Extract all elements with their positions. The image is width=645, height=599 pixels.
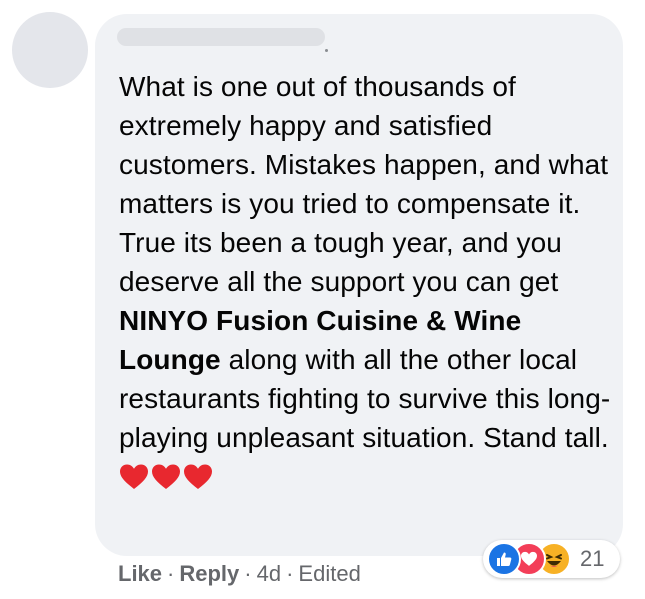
comment-text: What is one out of thousands of extremel… xyxy=(119,67,619,496)
separator: · xyxy=(167,561,175,586)
edited-label[interactable]: Edited xyxy=(298,561,360,586)
separator: · xyxy=(286,561,294,586)
reaction-summary[interactable]: 21 xyxy=(483,540,620,578)
red-heart-icon xyxy=(151,463,181,491)
reply-button[interactable]: Reply xyxy=(179,561,239,586)
like-button[interactable]: Like xyxy=(118,561,162,586)
comment-text-part1: What is one out of thousands of extremel… xyxy=(119,71,609,297)
commenter-name-redacted[interactable] xyxy=(117,28,328,52)
reaction-count: 21 xyxy=(580,546,605,571)
commenter-avatar[interactable] xyxy=(12,12,88,88)
comment-timestamp[interactable]: 4d xyxy=(257,561,281,586)
red-heart-icon xyxy=(119,463,149,491)
separator: · xyxy=(244,561,252,586)
comment-bubble: What is one out of thousands of extremel… xyxy=(95,14,623,556)
comment-actions: Like · Reply · 4d · Edited xyxy=(118,560,361,588)
red-heart-icon xyxy=(183,463,213,491)
like-reaction-icon xyxy=(487,542,521,576)
